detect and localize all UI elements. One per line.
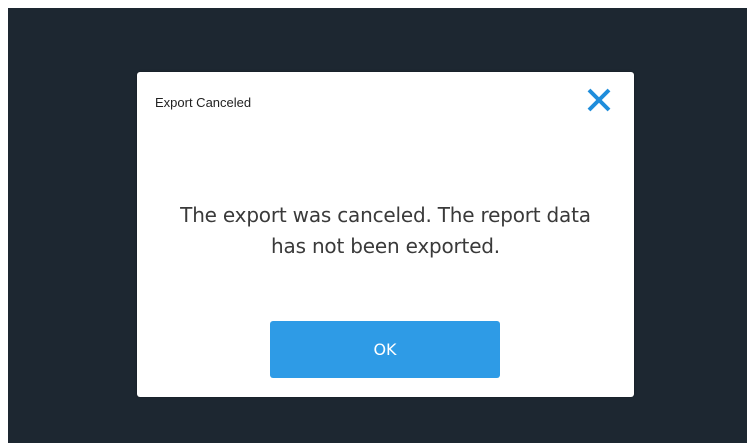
ok-button[interactable]: OK [270, 321, 500, 378]
dialog-message: The export was canceled. The report data… [180, 203, 591, 258]
close-button[interactable] [586, 87, 612, 113]
export-canceled-dialog: Export Canceled The export was canceled.… [137, 72, 634, 397]
close-icon [587, 88, 611, 112]
dialog-title: Export Canceled [155, 95, 252, 110]
dimmed-background-overlay: Export Canceled The export was canceled.… [8, 8, 747, 443]
